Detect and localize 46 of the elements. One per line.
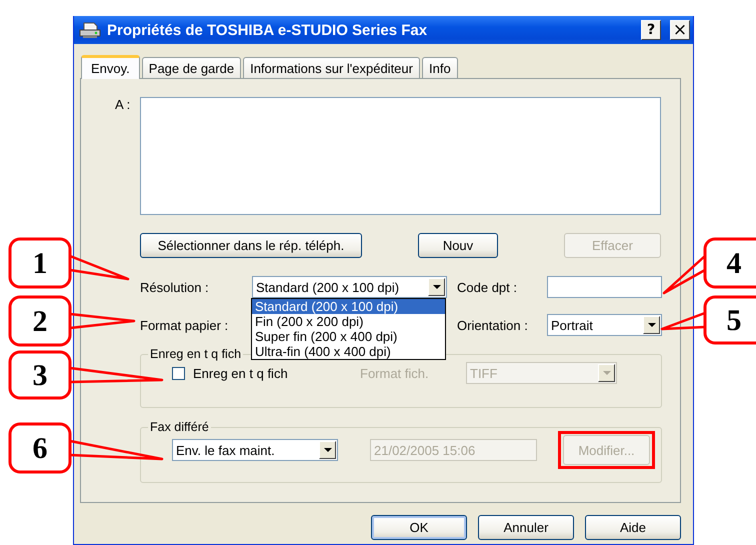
caret-icon (602, 371, 610, 375)
code-field[interactable] (547, 276, 662, 298)
callout-label: 3 (8, 350, 72, 400)
leader-line (70, 312, 136, 330)
field-label: A : (115, 97, 132, 114)
leader-line (70, 254, 130, 280)
tab[interactable]: Info (422, 57, 458, 78)
printer-icon (79, 21, 101, 39)
select-button[interactable]: Sélectionner dans le rép. téléph. (140, 233, 362, 258)
field-label: Résolution : (140, 280, 210, 294)
orientation-dropdown[interactable]: Portrait (547, 314, 662, 336)
recipient-field[interactable] (140, 97, 661, 215)
leader-line (662, 255, 706, 294)
caret-icon (324, 448, 332, 452)
send-mode-dropdown[interactable]: Env. le fax maint. (172, 439, 338, 461)
group-title: Fax différé (149, 420, 210, 435)
dropdown-option[interactable]: Fin (200 x 200 dpi) (252, 314, 445, 329)
dropdown-option[interactable]: Standard (200 x 100 dpi) (252, 299, 445, 314)
callout-label: 6 (8, 422, 72, 474)
field-label: Format fich. (360, 366, 430, 380)
dropdown-option[interactable]: Ultra-fin (400 x 400 dpi) (252, 344, 445, 359)
help-button[interactable]: Aide (585, 515, 681, 540)
window-title: Propriétés de TOSHIBA e-STUDIO Series Fax (107, 22, 428, 38)
checkbox-label[interactable]: Enreg en t q fich (193, 366, 360, 380)
new-button[interactable]: Nouv (418, 233, 498, 258)
close-button[interactable]: × (670, 20, 690, 40)
callout-label: 5 (704, 296, 756, 344)
callout-label: 1 (8, 238, 72, 288)
caret-icon (648, 323, 656, 327)
dropdown-option[interactable]: Super fin (200 x 400 dpi) (252, 329, 445, 344)
resolution-dropdown[interactable]: Standard (200 x 100 dpi) (252, 276, 447, 298)
field-label: Format papier : (140, 318, 230, 332)
field-label: Orientation : (457, 318, 529, 332)
callout-label: 4 (704, 238, 756, 288)
checkbox[interactable] (172, 366, 185, 380)
field-label: Code dpt : (457, 280, 518, 294)
ok-button[interactable]: OK (371, 515, 467, 540)
callout-label: 2 (8, 296, 72, 346)
help-button[interactable]: ? (641, 20, 661, 40)
tab[interactable]: Informations sur l'expéditeur (243, 57, 420, 78)
tab[interactable]: Envoy. (81, 55, 140, 79)
caret-icon (432, 285, 440, 289)
tab[interactable]: Page de garde (142, 57, 242, 78)
group-title: Enreg en t q fich (149, 347, 242, 362)
cancel-button[interactable]: Annuler (478, 515, 574, 540)
leader-line (660, 312, 706, 330)
